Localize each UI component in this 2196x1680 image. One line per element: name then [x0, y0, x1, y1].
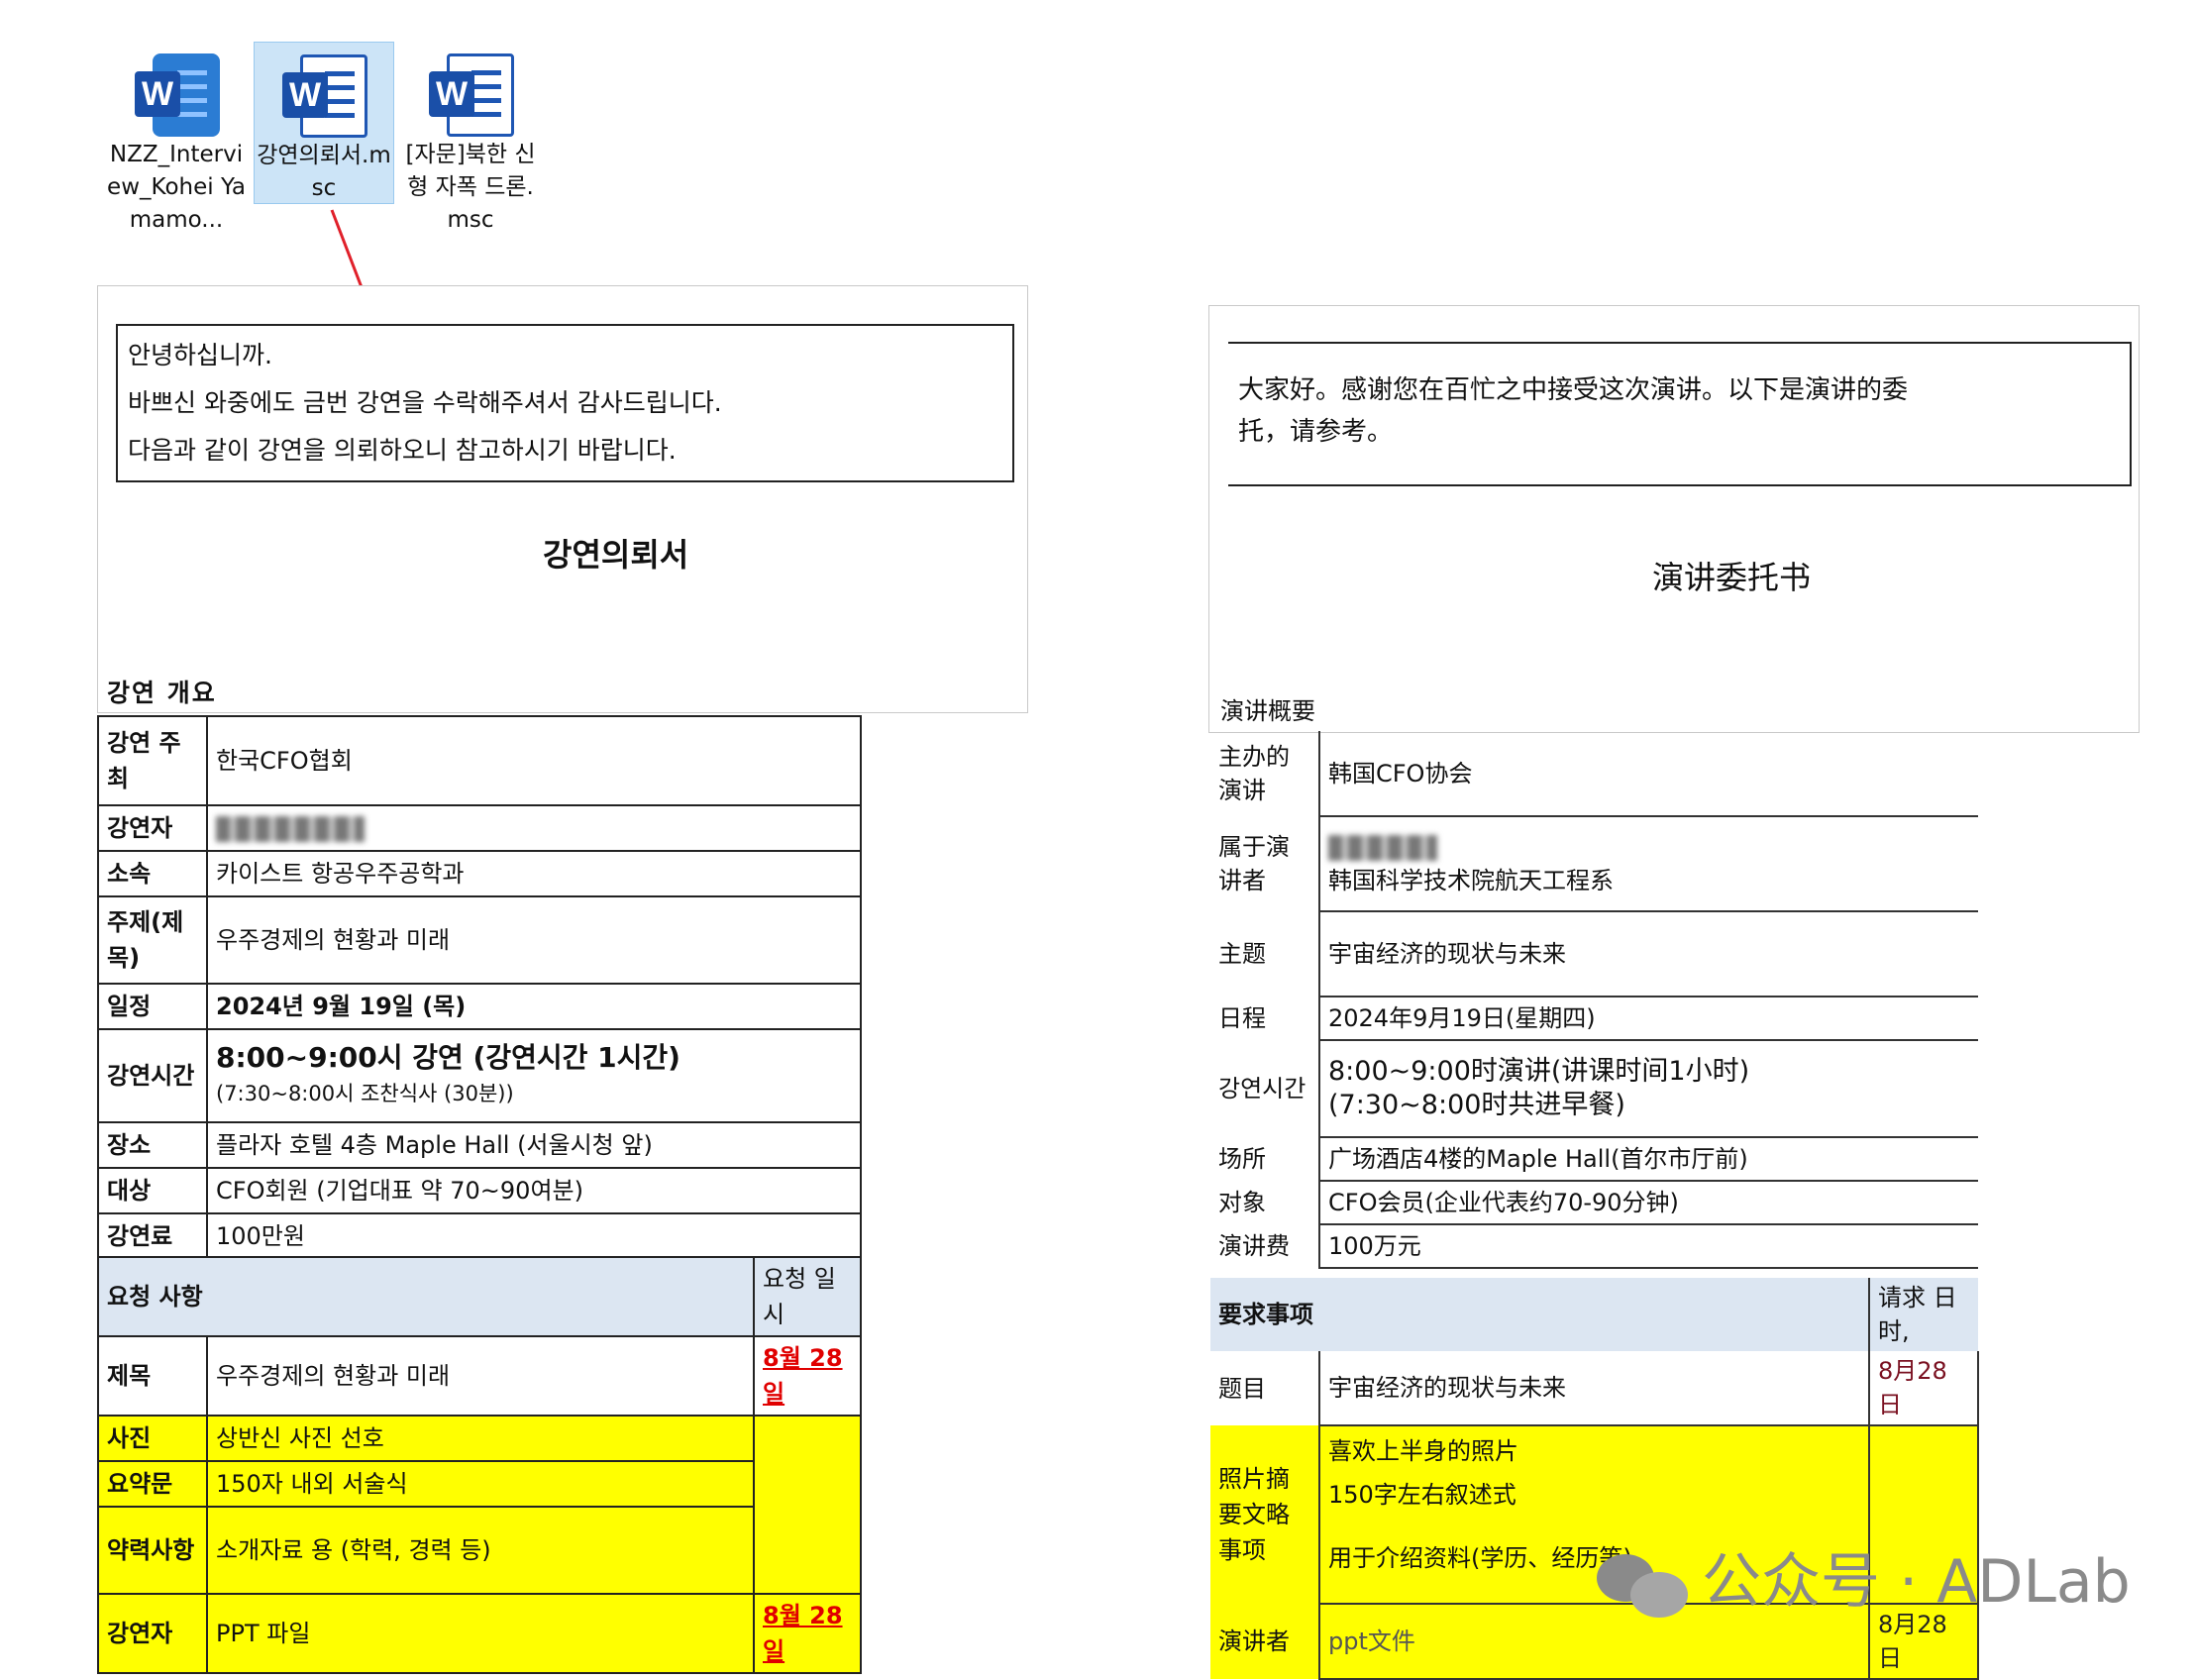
row-label: 강연시간: [1218, 1075, 1307, 1102]
korean-overview-table: 강연 주최 한국CFO협회 강연자 소속 카이스트 항공우주공학과 주제(제목)…: [97, 715, 862, 1260]
row-value: 상반신 사진 선호: [206, 1415, 755, 1462]
row-label: 演讲者: [1218, 1628, 1290, 1655]
chinese-greeting-box: 大家好。感谢您在百忙之中接受这次演讲。以下是演讲的委 托，请参考。: [1228, 342, 2132, 486]
row-label: 강연자: [97, 1593, 208, 1674]
request-date-header: 请求 日时,: [1868, 1278, 1978, 1351]
row-label: 소속: [97, 850, 208, 897]
row-value: CFO회원 (기업대표 약 70~90여분): [206, 1167, 862, 1214]
greeting-line: 托，请参考。: [1238, 417, 1394, 447]
greeting-line: 안녕하십니까.: [128, 341, 272, 369]
row-label: 장소: [97, 1121, 208, 1169]
row-value: 2024년 9월 19일 (목): [206, 983, 862, 1030]
row-value: 2024年9月19日(星期四): [1318, 997, 1978, 1041]
lecture-time: 8:00~9:00시 강연 (강연시간 1시간): [216, 1041, 680, 1074]
row-label: 사진: [97, 1415, 208, 1462]
row-label: 属于演讲者: [1218, 833, 1290, 894]
row-value: 플라자 호텔 4층 Maple Hall (서울시청 앞): [206, 1121, 862, 1169]
row-label: 대상: [97, 1167, 208, 1214]
korean-request-table: 요청 사항 요청 일시 제목 우주경제의 현황과 미래 8월 28일 사진 상반…: [97, 1256, 862, 1674]
row-label: 약력사항: [97, 1506, 208, 1595]
row-value: 우주경제의 현황과 미래: [206, 1335, 755, 1417]
row-label: 강연시간: [97, 1028, 208, 1123]
row-label: 일정: [97, 983, 208, 1030]
lecture-time-cell: 8:00~9:00时演讲(讲课时间1小时) (7:30~8:00时共进早餐): [1318, 1040, 1978, 1138]
due-date: 8월 28일: [753, 1593, 862, 1674]
korean-greeting-box: 안녕하십니까. 바쁘신 와중에도 금번 강연을 수락해주셔서 감사드립니다. 다…: [116, 324, 1014, 482]
chinese-section-overview: 演讲概要: [1220, 697, 1315, 725]
row-label: 演讲费: [1218, 1232, 1290, 1260]
row-label: 제목: [97, 1335, 208, 1417]
greeting-line: 바쁘신 와중에도 금번 강연을 수락해주셔서 감사드립니다.: [128, 388, 722, 417]
lecture-time: 8:00~9:00时演讲(讲课时间1小时): [1328, 1056, 1750, 1087]
row-label: 题目: [1218, 1374, 1266, 1403]
speaker-affiliation-cell: 韩国科学技术院航天工程系: [1318, 816, 1978, 912]
row-label: 对象: [1218, 1189, 1266, 1216]
row-label: 场所: [1218, 1145, 1266, 1173]
row-value: 宇宙经济的现状与未来: [1318, 911, 1978, 998]
row-value: 100만원: [206, 1212, 862, 1260]
watermark-text: 公众号 · ADLab: [1702, 1547, 2131, 1617]
greeting-line: 大家好。感谢您在百忙之中接受这次演讲。以下是演讲的委: [1238, 375, 1909, 405]
row-label: 주제(제목): [97, 895, 208, 985]
request-date-header: 요청 일시: [753, 1256, 862, 1337]
breakfast-time: (7:30~8:00시 조찬식사 (30분)): [216, 1082, 514, 1105]
row-label: 主办的演讲: [1218, 743, 1290, 804]
row-value: 宇宙经济的现状与未来: [1318, 1351, 1869, 1426]
row-label: 요약문: [97, 1460, 208, 1508]
due-date: 8월 28일: [753, 1335, 862, 1417]
chinese-doc-title: 演讲委托书: [1652, 559, 1812, 596]
row-value: 喜欢上半身的照片: [1328, 1437, 1518, 1465]
chinese-overview-table: 主办的演讲 韩国CFO协会 属于演讲者 韩国科学技术院航天工程系 主题 宇宙经济…: [1210, 731, 1978, 1269]
row-value: 카이스트 항공우주공학과: [206, 850, 862, 897]
redacted-speaker-name: [1328, 830, 1970, 864]
row-value: 한국CFO협회: [206, 715, 862, 806]
due-date: 8月28日: [1868, 1351, 1979, 1426]
row-label: 강연료: [97, 1212, 208, 1260]
row-label: 강연자: [97, 804, 208, 852]
row-value: CFO会员(企业代表约70-90分钟): [1318, 1181, 1978, 1225]
row-value: PPT 파일: [206, 1593, 755, 1674]
lecture-time-cell: 8:00~9:00시 강연 (강연시간 1시간) (7:30~8:00시 조찬식…: [206, 1028, 862, 1123]
korean-section-overview: 강연 개요: [107, 679, 217, 707]
row-value: 100万元: [1318, 1224, 1978, 1269]
request-header: 要求事项: [1218, 1301, 1313, 1328]
row-value: 150자 내외 서술식: [206, 1460, 755, 1508]
row-label: 主题: [1218, 940, 1266, 968]
row-value: 150字左右叙述式: [1328, 1481, 1516, 1509]
redacted-speaker-name: [206, 804, 862, 852]
wechat-watermark: 公众号 · ADLab: [1597, 1533, 2131, 1620]
request-header: 요청 사항: [97, 1256, 755, 1337]
row-value: 韩国科学技术院航天工程系: [1328, 867, 1614, 894]
korean-doc-title: 강연의뢰서: [543, 536, 689, 574]
row-value: 우주경제의 현황과 미래: [206, 895, 862, 985]
row-value: 广场酒店4楼的Maple Hall(首尔市厅前): [1318, 1137, 1978, 1182]
row-value: 韩国CFO协会: [1318, 731, 1978, 817]
wechat-icon: [1597, 1550, 1688, 1620]
row-label: 강연 주최: [97, 715, 208, 806]
greeting-line: 다음과 같이 강연을 의뢰하오니 참고하시기 바랍니다.: [128, 436, 677, 465]
breakfast-time: (7:30~8:00时共进早餐): [1328, 1090, 1625, 1120]
row-label: 日程: [1218, 1004, 1266, 1032]
empty-date-cell: [753, 1415, 862, 1595]
row-value: 소개자료 용 (학력, 경력 등): [206, 1506, 755, 1595]
row-label: 照片摘要文略事项: [1218, 1465, 1290, 1564]
